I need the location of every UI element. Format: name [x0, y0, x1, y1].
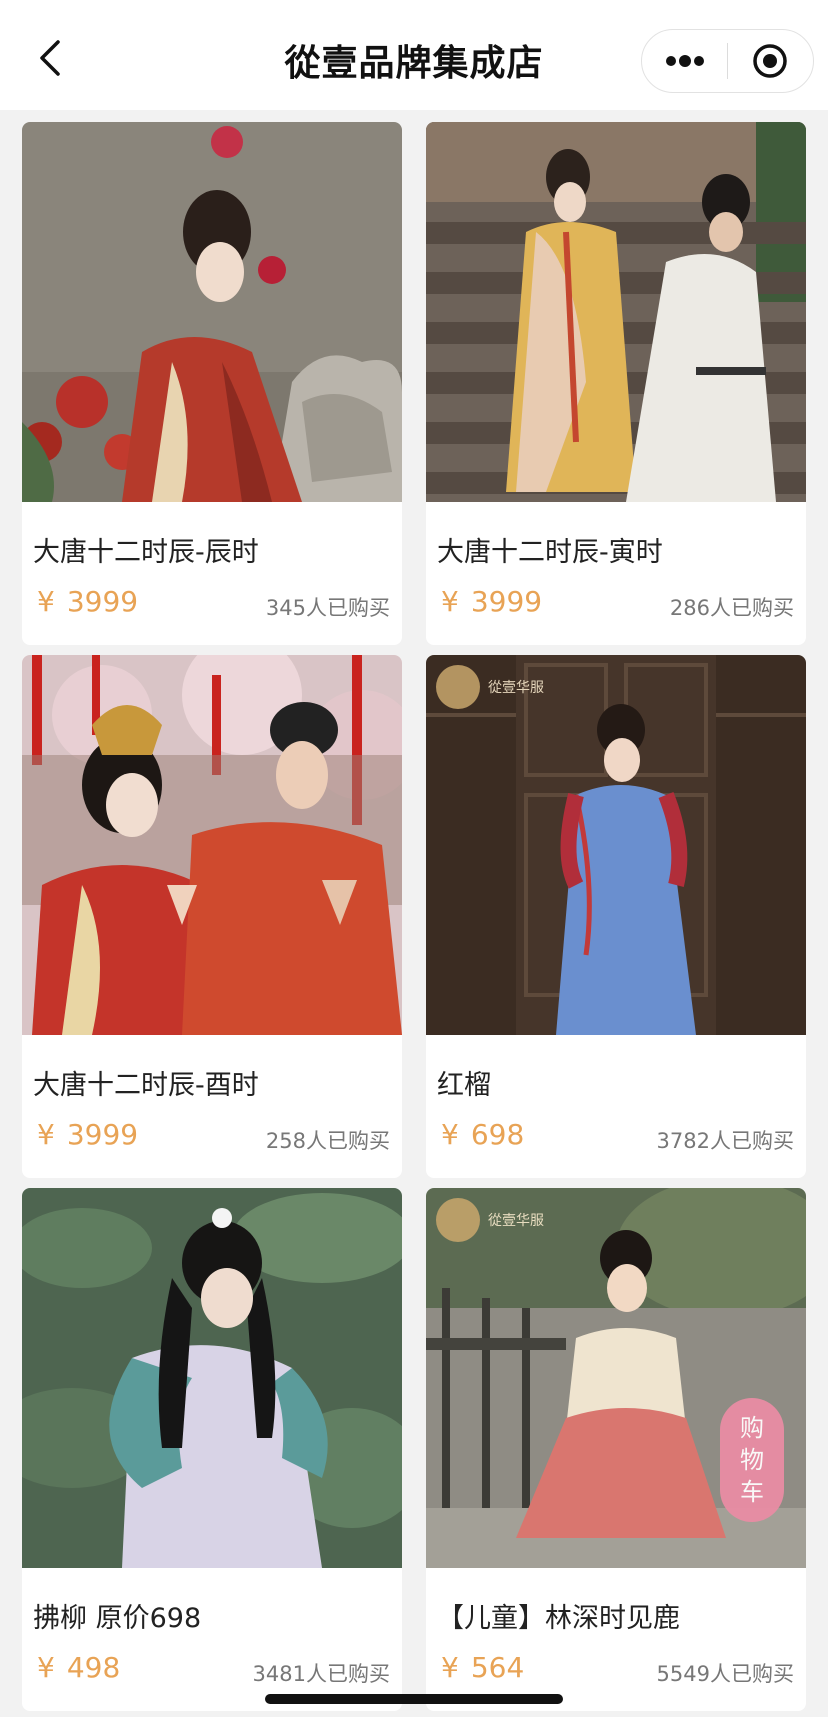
price-value: 3999: [66, 1118, 139, 1151]
product-image: [22, 122, 402, 502]
product-name: 大唐十二时辰-辰时: [33, 537, 259, 568]
product-name: 大唐十二时辰-寅时: [437, 537, 663, 568]
product-image: [22, 1188, 402, 1568]
sold-count: 345人已购买: [265, 596, 390, 620]
price-value: 564: [470, 1651, 525, 1684]
product-card[interactable]: 大唐十二时辰-辰时 ¥3999 345人已购买: [22, 122, 402, 645]
cart-label-char: 车: [740, 1478, 764, 1506]
product-price: ¥3999: [37, 585, 138, 618]
sold-count: 5549人已购买: [656, 1662, 794, 1686]
product-card[interactable]: 大唐十二时辰-寅时 ¥3999 286人已购买: [426, 122, 806, 645]
product-card[interactable]: 大唐十二时辰-酉时 ¥3999 258人已购买: [22, 655, 402, 1178]
product-card[interactable]: 拂柳 原价698 ¥498 3481人已购买: [22, 1188, 402, 1711]
close-target-icon: [753, 44, 788, 78]
navigation-bar: 從壹品牌集成店: [0, 0, 828, 110]
currency-symbol: ¥: [441, 1118, 459, 1151]
cart-label-char: 物: [740, 1446, 764, 1474]
sold-count: 286人已购买: [669, 596, 794, 620]
home-indicator: [265, 1694, 563, 1704]
product-image: [426, 655, 806, 1035]
price-value: 698: [470, 1118, 525, 1151]
currency-symbol: ¥: [441, 585, 459, 618]
product-price: ¥3999: [37, 1118, 138, 1151]
product-name: 【儿童】林深时见鹿: [437, 1603, 680, 1634]
currency-symbol: ¥: [37, 1651, 55, 1684]
sold-count: 258人已购买: [265, 1129, 390, 1153]
product-image: [22, 655, 402, 1035]
cart-label-char: 购: [740, 1414, 764, 1442]
product-name: 红榴: [437, 1070, 491, 1101]
sold-count: 3481人已购买: [252, 1662, 390, 1686]
currency-symbol: ¥: [37, 585, 55, 618]
product-price: ¥498: [37, 1651, 120, 1684]
sold-count: 3782人已购买: [656, 1129, 794, 1153]
more-dots-icon: [665, 55, 704, 67]
currency-symbol: ¥: [37, 1118, 55, 1151]
currency-symbol: ¥: [441, 1651, 459, 1684]
product-price: ¥564: [441, 1651, 524, 1684]
shopping-cart-button[interactable]: 购 物 车: [720, 1398, 784, 1522]
price-value: 3999: [66, 585, 139, 618]
product-name: 大唐十二时辰-酉时: [33, 1070, 259, 1101]
product-watermark: 從壹华服: [488, 680, 544, 696]
menu-capsule: [641, 29, 814, 93]
product-price: ¥698: [441, 1118, 524, 1151]
product-price: ¥3999: [441, 585, 542, 618]
product-card[interactable]: 從壹华服 红榴 ¥698 3782人已购买: [426, 655, 806, 1178]
price-value: 498: [66, 1651, 121, 1684]
product-image: [426, 122, 806, 502]
product-watermark: 從壹华服: [488, 1213, 544, 1229]
more-button[interactable]: [642, 29, 727, 93]
close-miniprogram-button[interactable]: [728, 29, 813, 93]
product-name: 拂柳 原价698: [33, 1603, 202, 1634]
price-value: 3999: [470, 585, 543, 618]
